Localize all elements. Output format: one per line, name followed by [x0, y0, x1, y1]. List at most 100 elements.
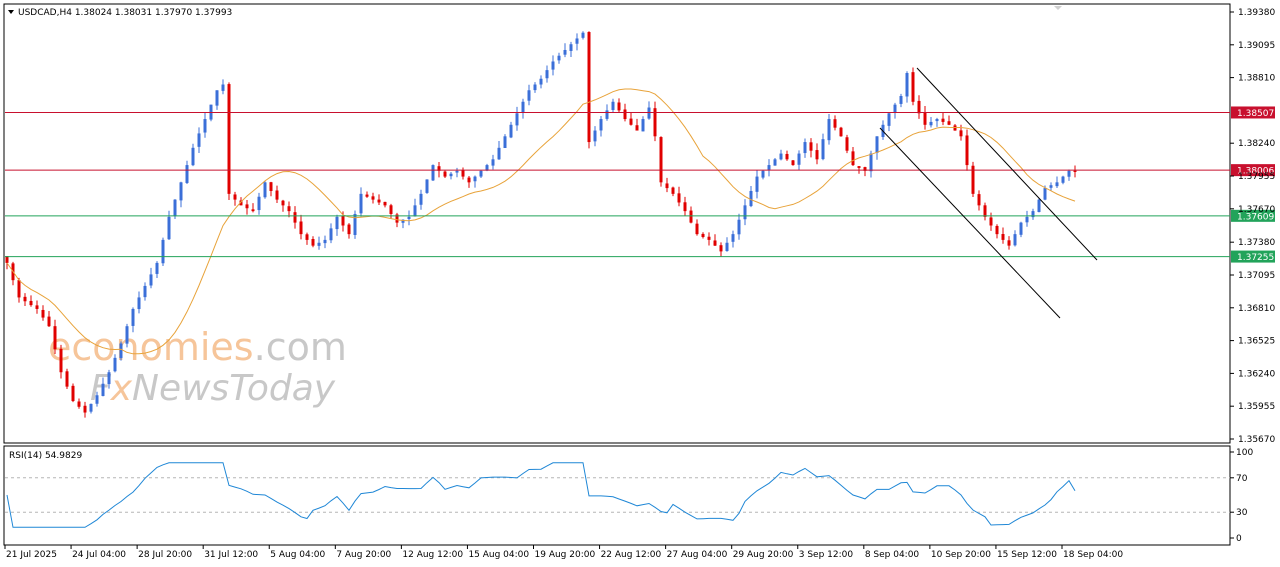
bull-candle[interactable]: [551, 61, 555, 70]
bear-candle[interactable]: [809, 142, 813, 151]
bear-candle[interactable]: [671, 187, 675, 194]
bull-candle[interactable]: [89, 403, 93, 412]
bull-candle[interactable]: [1043, 188, 1047, 200]
bull-candle[interactable]: [737, 219, 741, 235]
bull-candle[interactable]: [149, 274, 153, 286]
bull-candle[interactable]: [767, 165, 771, 170]
bear-candle[interactable]: [65, 371, 69, 387]
bull-candle[interactable]: [131, 308, 135, 326]
bear-candle[interactable]: [461, 170, 465, 177]
bull-candle[interactable]: [563, 49, 567, 55]
bull-candle[interactable]: [929, 121, 933, 126]
bear-candle[interactable]: [227, 84, 231, 194]
bear-candle[interactable]: [365, 194, 369, 197]
bull-candle[interactable]: [599, 119, 603, 131]
bear-candle[interactable]: [791, 160, 795, 166]
bear-candle[interactable]: [947, 121, 951, 125]
bear-candle[interactable]: [833, 119, 837, 128]
bear-candle[interactable]: [713, 240, 717, 246]
bull-candle[interactable]: [1025, 216, 1029, 223]
bear-candle[interactable]: [371, 196, 375, 200]
bull-candle[interactable]: [263, 182, 267, 198]
bear-candle[interactable]: [41, 309, 45, 318]
bull-candle[interactable]: [509, 124, 513, 138]
bear-candle[interactable]: [959, 130, 963, 137]
bull-candle[interactable]: [569, 44, 573, 51]
bull-candle[interactable]: [143, 285, 147, 298]
bear-candle[interactable]: [53, 326, 57, 350]
bull-candle[interactable]: [593, 130, 597, 142]
bull-candle[interactable]: [515, 113, 519, 126]
bear-candle[interactable]: [785, 153, 789, 160]
bear-candle[interactable]: [347, 224, 351, 235]
bear-candle[interactable]: [941, 118, 945, 122]
bull-candle[interactable]: [1067, 170, 1071, 177]
bull-candle[interactable]: [413, 205, 417, 217]
trading-chart[interactable]: economies.com FxNewsToday 1.385071.38006…: [0, 0, 1280, 567]
bear-candle[interactable]: [587, 32, 591, 143]
bull-candle[interactable]: [647, 107, 651, 119]
bear-candle[interactable]: [845, 137, 849, 151]
bear-candle[interactable]: [683, 202, 687, 212]
bull-candle[interactable]: [731, 234, 735, 242]
bull-candle[interactable]: [1019, 222, 1023, 235]
bull-candle[interactable]: [323, 239, 327, 244]
bear-candle[interactable]: [677, 193, 681, 203]
bull-candle[interactable]: [641, 119, 645, 132]
bear-candle[interactable]: [299, 221, 303, 235]
rsi-panel[interactable]: [3, 445, 1231, 546]
bull-candle[interactable]: [581, 32, 585, 38]
bull-candle[interactable]: [335, 216, 339, 230]
bull-candle[interactable]: [803, 142, 807, 154]
bull-candle[interactable]: [95, 395, 99, 404]
bull-candle[interactable]: [167, 216, 171, 240]
bear-candle[interactable]: [1001, 234, 1005, 240]
bull-candle[interactable]: [455, 170, 459, 173]
bull-candle[interactable]: [521, 101, 525, 113]
bull-candle[interactable]: [899, 96, 903, 104]
bull-candle[interactable]: [755, 176, 759, 192]
bear-candle[interactable]: [629, 118, 633, 125]
bear-candle[interactable]: [635, 125, 639, 131]
bear-candle[interactable]: [281, 200, 285, 206]
bull-candle[interactable]: [215, 90, 219, 106]
bear-candle[interactable]: [665, 183, 669, 189]
bull-candle[interactable]: [449, 173, 453, 177]
bull-candle[interactable]: [497, 147, 501, 160]
bull-candle[interactable]: [779, 153, 783, 160]
bull-candle[interactable]: [749, 190, 753, 207]
bear-candle[interactable]: [707, 236, 711, 240]
bull-candle[interactable]: [431, 165, 435, 181]
bull-candle[interactable]: [827, 119, 831, 141]
bull-candle[interactable]: [527, 90, 531, 101]
bull-candle[interactable]: [185, 165, 189, 183]
bull-candle[interactable]: [743, 205, 747, 220]
bull-candle[interactable]: [869, 153, 873, 172]
bear-candle[interactable]: [389, 205, 393, 214]
bear-candle[interactable]: [59, 348, 63, 373]
bull-candle[interactable]: [197, 133, 201, 147]
bear-candle[interactable]: [983, 205, 987, 217]
bull-candle[interactable]: [407, 216, 411, 220]
bear-candle[interactable]: [659, 137, 663, 183]
bull-candle[interactable]: [503, 136, 507, 149]
bull-candle[interactable]: [359, 193, 363, 214]
bull-candle[interactable]: [317, 242, 321, 246]
bull-candle[interactable]: [773, 159, 777, 166]
bull-candle[interactable]: [875, 136, 879, 153]
bear-candle[interactable]: [269, 182, 273, 191]
bear-candle[interactable]: [923, 112, 927, 125]
bear-candle[interactable]: [719, 245, 723, 252]
bear-candle[interactable]: [701, 233, 705, 238]
bull-candle[interactable]: [761, 170, 765, 178]
bull-candle[interactable]: [725, 242, 729, 252]
bear-candle[interactable]: [851, 151, 855, 166]
bull-candle[interactable]: [557, 55, 561, 61]
bull-candle[interactable]: [905, 73, 909, 97]
bull-candle[interactable]: [113, 357, 117, 372]
bull-candle[interactable]: [479, 170, 483, 177]
bull-candle[interactable]: [935, 119, 939, 122]
bull-candle[interactable]: [101, 383, 105, 396]
bear-candle[interactable]: [815, 150, 819, 160]
bull-candle[interactable]: [821, 139, 825, 160]
